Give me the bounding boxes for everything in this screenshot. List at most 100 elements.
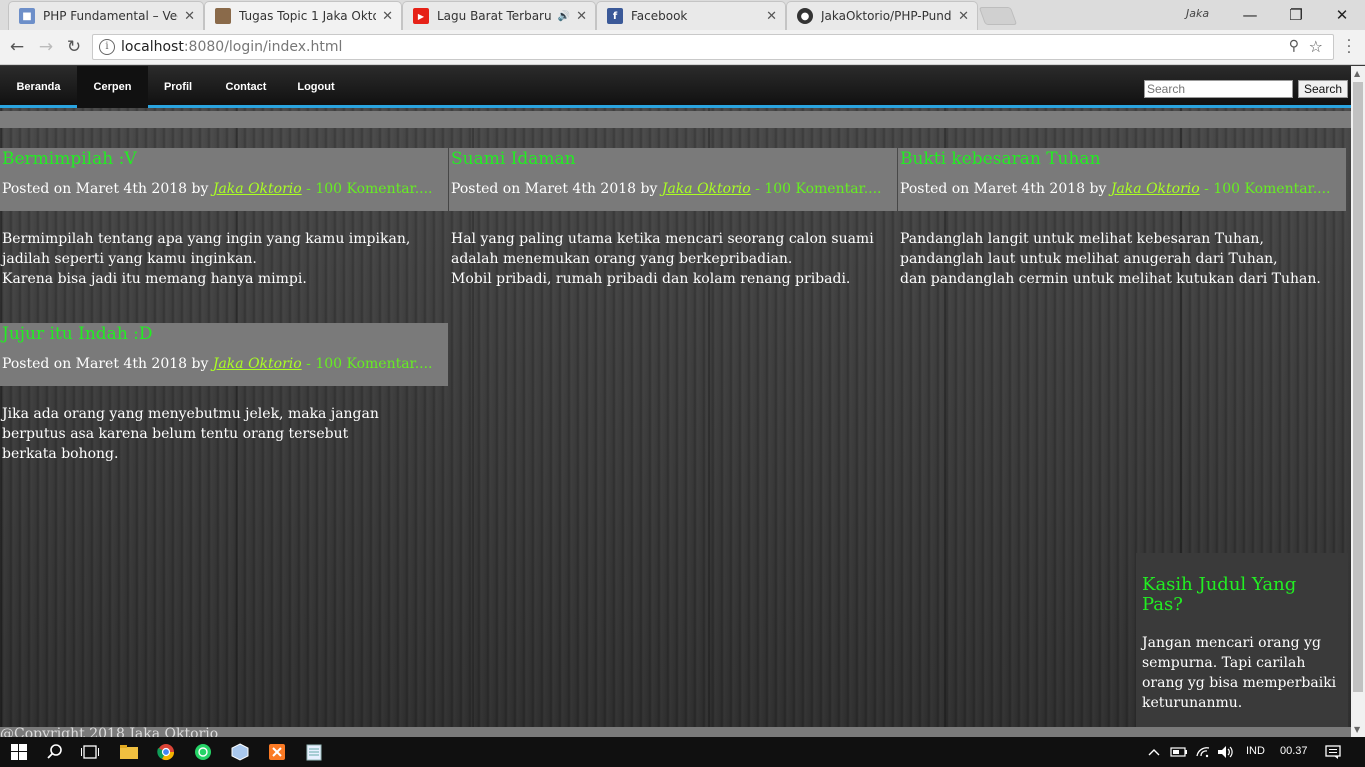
address-bar[interactable]: i localhost:8080/login/index.html ⚲ ☆ [92,34,1334,60]
close-window-icon[interactable]: ✕ [1319,3,1365,27]
forward-arrow-icon[interactable]: → [35,36,57,58]
close-tab-icon[interactable]: ✕ [576,9,587,24]
post-line: jadilah seperti yang kamu inginkan. [2,251,257,267]
footer: @Copyright 2018 Jaka Oktorio [0,727,1351,737]
comments-link[interactable]: - 100 Komentar.... [302,181,432,197]
browser-tab-active[interactable]: Tugas Topic 1 Jaka Oktor ✕ [204,1,402,30]
post-body: Hal yang paling utama ketika mencari seo… [449,229,897,289]
new-tab-button[interactable] [978,7,1018,25]
profile-name[interactable]: Jaka [1186,7,1209,20]
tab-title: Lagu Barat Terbaru 20 [437,9,554,23]
page-scrollbar[interactable]: ▲ ▼ [1351,66,1365,737]
windows-taskbar: IND 00.37 [0,737,1365,767]
browser-tab[interactable]: ● JakaOktorio/PHP-Pundar ✕ [786,1,978,30]
post-header: Bermimpilah :V Posted on Maret 4th 2018 … [0,148,448,211]
volume-icon[interactable] [1215,742,1237,762]
sidebar-text: Jangan mencari orang yg sempurna. Tapi c… [1142,635,1337,711]
browser-tab[interactable]: f Facebook ✕ [596,1,786,30]
close-tab-icon[interactable]: ✕ [382,9,393,24]
notepad-icon[interactable] [303,742,325,762]
audio-playing-icon[interactable]: 🔊 [558,11,570,22]
task-view-icon[interactable] [79,742,101,762]
scrollbar-thumb[interactable] [1353,82,1363,692]
youtube-icon: ▶ [413,8,429,24]
nav-item-beranda[interactable]: Beranda [0,66,77,108]
action-center-icon[interactable] [1322,742,1344,762]
post-meta: Posted on Maret 4th 2018 by Jaka Oktorio… [451,181,882,197]
post-card: Bukti kebesaran Tuhan Posted on Maret 4t… [898,148,1346,289]
post-line: pandanglah laut untuk melihat anugerah d… [900,251,1278,267]
post-header: Suami Idaman Posted on Maret 4th 2018 by… [449,148,897,211]
site-navbar: Beranda Cerpen Profil Contact Logout Sea… [0,66,1351,108]
comments-link[interactable]: - 100 Komentar.... [302,356,432,372]
close-tab-icon[interactable]: ✕ [766,9,777,24]
author-link[interactable]: Jaka Oktorio [1111,181,1200,197]
comments-link[interactable]: - 100 Komentar.... [1200,181,1330,197]
nav-item-contact[interactable]: Contact [208,66,284,108]
post-line: dan pandanglah cermin untuk melihat kutu… [900,271,1321,287]
close-tab-icon[interactable]: ✕ [184,9,195,24]
nav-item-profil[interactable]: Profil [148,66,208,108]
comments-link[interactable]: - 100 Komentar.... [751,181,881,197]
file-explorer-icon[interactable] [118,742,140,762]
chevron-up-icon[interactable] [1143,742,1165,762]
browser-tab[interactable]: ■ PHP Fundamental – Vect ✕ [8,1,204,30]
post-title[interactable]: Bermimpilah :V [2,148,446,181]
scroll-down-arrow-icon[interactable]: ▼ [1354,725,1360,734]
restore-icon[interactable]: ❐ [1273,3,1319,27]
post-body: Jika ada orang yang menyebutmu jelek, ma… [0,404,448,464]
tab-title: JakaOktorio/PHP-Pundar [821,9,953,23]
browser-toolbar: ← → ↻ i localhost:8080/login/index.html … [0,30,1365,65]
post-body: Pandanglah langit untuk melihat kebesara… [898,229,1346,289]
sidebar-widget: Kasih Judul Yang Pas? Jangan mencari ora… [1136,553,1348,737]
post-line: Hal yang paling utama ketika mencari seo… [451,231,874,247]
copyright-text: @Copyright 2018 Jaka Oktorio [0,727,219,737]
info-icon[interactable]: i [99,39,115,55]
browser-tab[interactable]: ▶ Lagu Barat Terbaru 20 🔊 ✕ [402,1,596,30]
author-link[interactable]: Jaka Oktorio [213,356,302,372]
post-line: Bermimpilah tentang apa yang ingin yang … [2,231,411,247]
post-card: Suami Idaman Posted on Maret 4th 2018 by… [449,148,897,289]
xampp-icon[interactable] [266,742,288,762]
post-title[interactable]: Bukti kebesaran Tuhan [900,148,1344,181]
post-title[interactable]: Suami Idaman [451,148,895,181]
back-arrow-icon[interactable]: ← [6,36,28,58]
site-search-input[interactable] [1144,80,1293,98]
virtualbox-icon[interactable] [229,742,251,762]
avatar-icon [215,8,231,24]
nav-item-cerpen[interactable]: Cerpen [77,66,148,108]
post-line: Mobil pribadi, rumah pribadi dan kolam r… [451,271,851,287]
post-meta: Posted on Maret 4th 2018 by Jaka Oktorio… [900,181,1331,197]
reload-icon[interactable]: ↻ [63,36,85,58]
close-tab-icon[interactable]: ✕ [958,9,969,24]
battery-icon[interactable] [1168,742,1190,762]
tab-title: PHP Fundamental – Vect [43,9,179,23]
zoom-search-icon[interactable]: ⚲ [1289,38,1299,54]
page-icon: ■ [19,8,35,24]
post-body: Bermimpilah tentang apa yang ingin yang … [0,229,448,289]
chrome-icon[interactable] [155,742,177,762]
scroll-up-arrow-icon[interactable]: ▲ [1354,69,1360,78]
header-divider-bar [0,111,1351,128]
post-line: berkata bohong. [2,446,119,462]
clock[interactable]: 00.37 [1280,745,1308,757]
bookmark-star-icon[interactable]: ☆ [1309,37,1323,56]
windows-start-icon[interactable] [8,742,30,762]
whatsapp-icon[interactable] [192,742,214,762]
search-icon[interactable] [44,742,66,762]
chrome-menu-icon[interactable]: · · · [1344,34,1354,60]
url-text[interactable]: localhost:8080/login/index.html [121,39,342,55]
author-link[interactable]: Jaka Oktorio [662,181,751,197]
wifi-icon[interactable] [1192,742,1214,762]
post-line: Karena bisa jadi itu memang hanya mimpi. [2,271,307,287]
language-indicator[interactable]: IND [1246,745,1265,757]
post-card: Bermimpilah :V Posted on Maret 4th 2018 … [0,148,448,289]
nav-item-logout[interactable]: Logout [284,66,348,108]
post-title[interactable]: Jujur itu Indah :D [2,323,446,356]
post-meta: Posted on Maret 4th 2018 by Jaka Oktorio… [2,181,433,197]
minimize-icon[interactable]: — [1227,3,1273,27]
author-link[interactable]: Jaka Oktorio [213,181,302,197]
site-search-button[interactable]: Search [1298,80,1348,98]
post-line: berputus asa karena belum tentu orang te… [2,426,349,442]
post-line: adalah menemukan orang yang berkepribadi… [451,251,793,267]
